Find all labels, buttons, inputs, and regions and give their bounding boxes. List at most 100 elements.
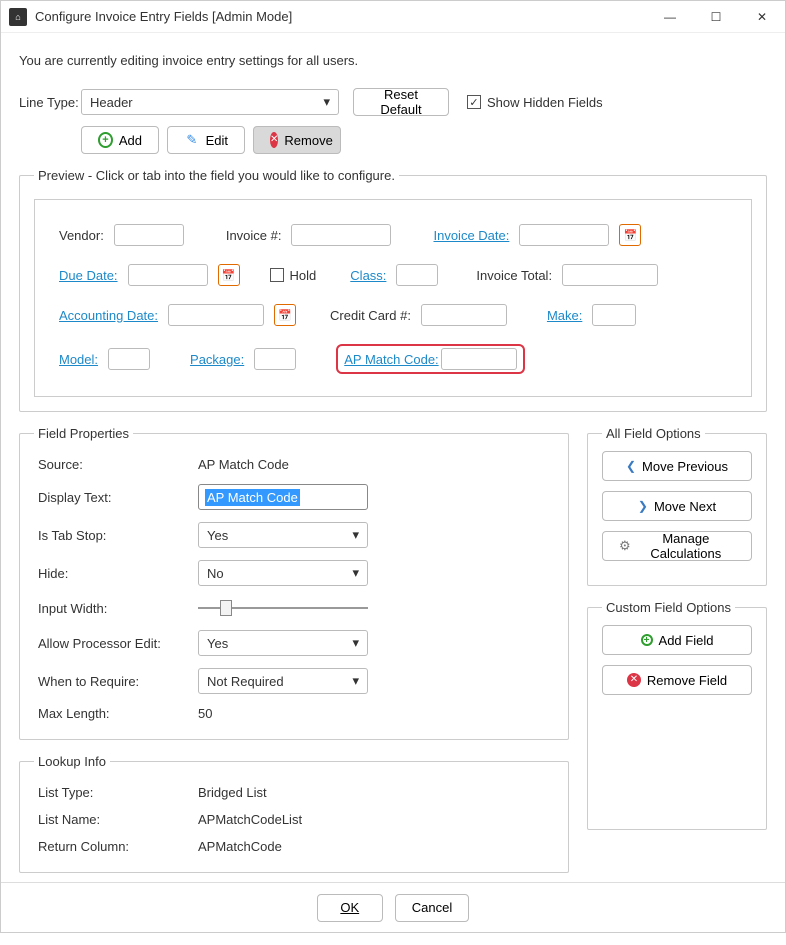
edit-button[interactable]: ✎ Edit — [167, 126, 245, 154]
chevron-down-icon: ▾ — [323, 94, 330, 110]
hold-checkbox[interactable]: Hold — [270, 268, 317, 283]
ok-button[interactable]: OK — [317, 894, 383, 922]
checkbox-checked-icon: ✓ — [467, 95, 481, 109]
list-name-value: APMatchCodeList — [198, 812, 550, 827]
field-properties-legend: Field Properties — [34, 426, 133, 441]
accounting-date-calendar-button[interactable]: 📅 — [274, 304, 296, 326]
display-text-label: Display Text: — [38, 490, 198, 505]
is-tab-stop-label: Is Tab Stop: — [38, 528, 198, 543]
calendar-icon: 📅 — [624, 229, 638, 242]
max-length-label: Max Length: — [38, 706, 198, 721]
accounting-date-input[interactable] — [168, 304, 264, 326]
hide-label: Hide: — [38, 566, 198, 581]
class-input[interactable] — [396, 264, 438, 286]
list-type-value: Bridged List — [198, 785, 550, 800]
credit-card-label: Credit Card #: — [330, 308, 411, 323]
line-type-row: Line Type: Header ▾ Reset Default ✓ Show… — [19, 88, 767, 116]
close-button[interactable]: ✕ — [739, 1, 785, 33]
remove-button[interactable]: ✕ Remove — [253, 126, 341, 154]
due-date-input[interactable] — [128, 264, 208, 286]
invoice-date-label[interactable]: Invoice Date: — [433, 228, 509, 243]
vendor-input[interactable] — [114, 224, 184, 246]
return-column-value: APMatchCode — [198, 839, 550, 854]
chevron-down-icon: ▾ — [352, 565, 359, 581]
chevron-down-icon: ▾ — [352, 673, 359, 689]
show-hidden-label: Show Hidden Fields — [487, 95, 603, 110]
due-date-calendar-button[interactable]: 📅 — [218, 264, 240, 286]
remove-field-button[interactable]: ✕ Remove Field — [602, 665, 752, 695]
all-field-options-group: All Field Options ❮ Move Previous ❯ Move… — [587, 426, 767, 586]
lookup-info-group: Lookup Info List Type: Bridged List List… — [19, 754, 569, 873]
gear-icon: ⚙ — [619, 538, 631, 554]
calendar-icon: 📅 — [222, 269, 236, 282]
package-label[interactable]: Package: — [190, 352, 244, 367]
add-field-button[interactable]: + Add Field — [602, 625, 752, 655]
subtitle-text: You are currently editing invoice entry … — [19, 53, 767, 68]
return-column-label: Return Column: — [38, 839, 198, 854]
x-icon: ✕ — [270, 132, 278, 148]
list-name-label: List Name: — [38, 812, 198, 827]
footer-bar: OK Cancel — [1, 882, 785, 932]
maximize-button[interactable]: ☐ — [693, 1, 739, 33]
invoice-date-input[interactable] — [519, 224, 609, 246]
make-label[interactable]: Make: — [547, 308, 582, 323]
show-hidden-checkbox[interactable]: ✓ Show Hidden Fields — [467, 95, 603, 110]
ap-match-code-input[interactable] — [441, 348, 517, 370]
package-input[interactable] — [254, 348, 296, 370]
slider-thumb[interactable] — [220, 600, 232, 616]
class-label[interactable]: Class: — [350, 268, 386, 283]
x-icon: ✕ — [627, 673, 641, 687]
input-width-label: Input Width: — [38, 601, 198, 616]
when-to-require-select[interactable]: Not Required ▾ — [198, 668, 368, 694]
selected-field-ap-match-code[interactable]: AP Match Code: — [336, 344, 524, 374]
lookup-info-legend: Lookup Info — [34, 754, 110, 769]
invoice-no-label: Invoice #: — [226, 228, 282, 243]
all-field-options-legend: All Field Options — [602, 426, 705, 441]
invoice-date-calendar-button[interactable]: 📅 — [619, 224, 641, 246]
move-previous-button[interactable]: ❮ Move Previous — [602, 451, 752, 481]
window-root: ⌂ Configure Invoice Entry Fields [Admin … — [0, 0, 786, 933]
allow-processor-edit-select[interactable]: Yes ▾ — [198, 630, 368, 656]
custom-field-options-legend: Custom Field Options — [602, 600, 735, 615]
pencil-icon: ✎ — [184, 132, 200, 148]
move-next-button[interactable]: ❯ Move Next — [602, 491, 752, 521]
app-icon: ⌂ — [9, 8, 27, 26]
calendar-icon: 📅 — [278, 309, 292, 322]
plus-icon: + — [98, 132, 113, 148]
invoice-no-input[interactable] — [291, 224, 391, 246]
field-properties-group: Field Properties Source: AP Match Code D… — [19, 426, 569, 740]
window-title: Configure Invoice Entry Fields [Admin Mo… — [35, 9, 647, 24]
is-tab-stop-select[interactable]: Yes ▾ — [198, 522, 368, 548]
add-button[interactable]: + Add — [81, 126, 159, 154]
list-type-label: List Type: — [38, 785, 198, 800]
line-type-select[interactable]: Header ▾ — [81, 89, 339, 115]
line-type-label: Line Type: — [19, 95, 81, 110]
hide-select[interactable]: No ▾ — [198, 560, 368, 586]
when-to-require-label: When to Require: — [38, 674, 198, 689]
reset-default-button[interactable]: Reset Default — [353, 88, 449, 116]
invoice-total-input[interactable] — [562, 264, 658, 286]
make-input[interactable] — [592, 304, 636, 326]
credit-card-input[interactable] — [421, 304, 507, 326]
line-type-value: Header — [90, 95, 323, 110]
ap-match-code-label[interactable]: AP Match Code: — [340, 352, 438, 367]
due-date-label[interactable]: Due Date: — [59, 268, 118, 283]
preview-legend: Preview - Click or tab into the field yo… — [34, 168, 399, 183]
accounting-date-label[interactable]: Accounting Date: — [59, 308, 158, 323]
cancel-button[interactable]: Cancel — [395, 894, 469, 922]
model-input[interactable] — [108, 348, 150, 370]
invoice-total-label: Invoice Total: — [476, 268, 552, 283]
chevron-down-icon: ▾ — [352, 527, 359, 543]
manage-calculations-button[interactable]: ⚙ Manage Calculations — [602, 531, 752, 561]
source-value: AP Match Code — [198, 457, 550, 472]
display-text-input[interactable]: AP Match Code — [198, 484, 368, 510]
allow-processor-edit-label: Allow Processor Edit: — [38, 636, 198, 651]
model-label[interactable]: Model: — [59, 352, 98, 367]
plus-icon: + — [641, 634, 653, 646]
input-width-slider[interactable] — [198, 598, 368, 618]
minimize-button[interactable]: — — [647, 1, 693, 33]
content-area: You are currently editing invoice entry … — [1, 33, 785, 945]
hold-label: Hold — [290, 268, 317, 283]
source-label: Source: — [38, 457, 198, 472]
toolbar-row: + Add ✎ Edit ✕ Remove — [81, 126, 767, 154]
